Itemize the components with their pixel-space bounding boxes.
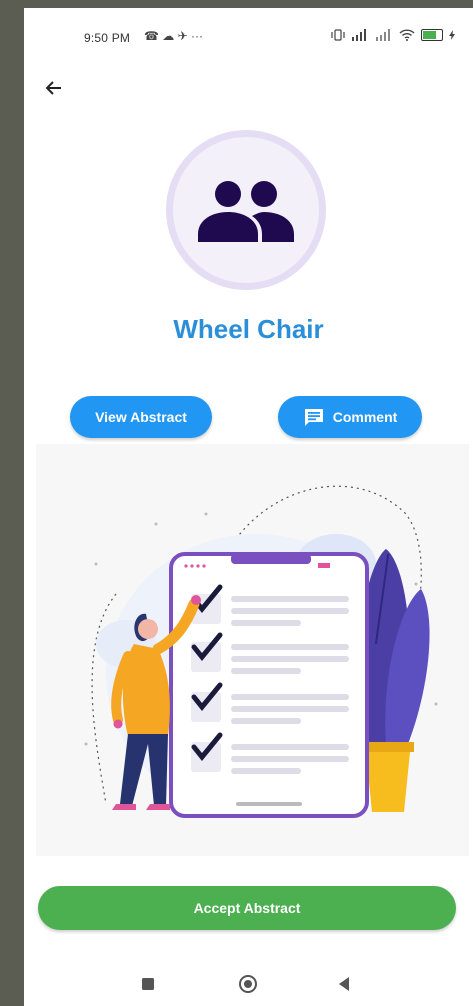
signal-icon	[376, 29, 390, 41]
back-button[interactable]	[40, 74, 68, 102]
battery-icon	[421, 29, 443, 41]
arrow-left-icon	[45, 81, 61, 95]
triangle-back-icon	[339, 977, 349, 991]
comment-label: Comment	[332, 409, 398, 425]
accept-abstract-button[interactable]: Accept Abstract	[38, 886, 456, 930]
view-abstract-label: View Abstract	[95, 409, 187, 425]
system-icons	[331, 29, 455, 41]
page-title: Wheel Chair	[173, 314, 324, 344]
charging-icon	[449, 30, 455, 40]
app-screen: 9:50 PM ☎ ☁ ✈ ··· Wheel Chair View Abstr…	[24, 8, 473, 1006]
avatar	[166, 130, 326, 290]
square-icon	[142, 978, 154, 990]
notification-icons: ☎ ☁ ✈ ···	[144, 29, 203, 43]
home-button[interactable]	[236, 972, 260, 996]
status-bar: 9:50 PM ☎ ☁ ✈ ···	[24, 8, 473, 68]
system-nav-bar	[24, 960, 473, 1006]
group-icon	[198, 181, 294, 242]
vibrate-icon	[331, 29, 345, 41]
wifi-icon	[399, 29, 415, 41]
checklist-illustration-art	[84, 485, 438, 818]
back-nav-button[interactable]	[332, 972, 356, 996]
comment-icon	[304, 409, 323, 426]
signal-icon	[352, 29, 366, 41]
view-abstract-button[interactable]: View Abstract	[70, 396, 212, 438]
circle-icon	[239, 975, 257, 993]
status-time: 9:50 PM	[84, 31, 131, 45]
recents-button[interactable]	[136, 972, 160, 996]
checklist-illustration	[36, 444, 469, 856]
comment-button[interactable]: Comment	[278, 396, 422, 438]
